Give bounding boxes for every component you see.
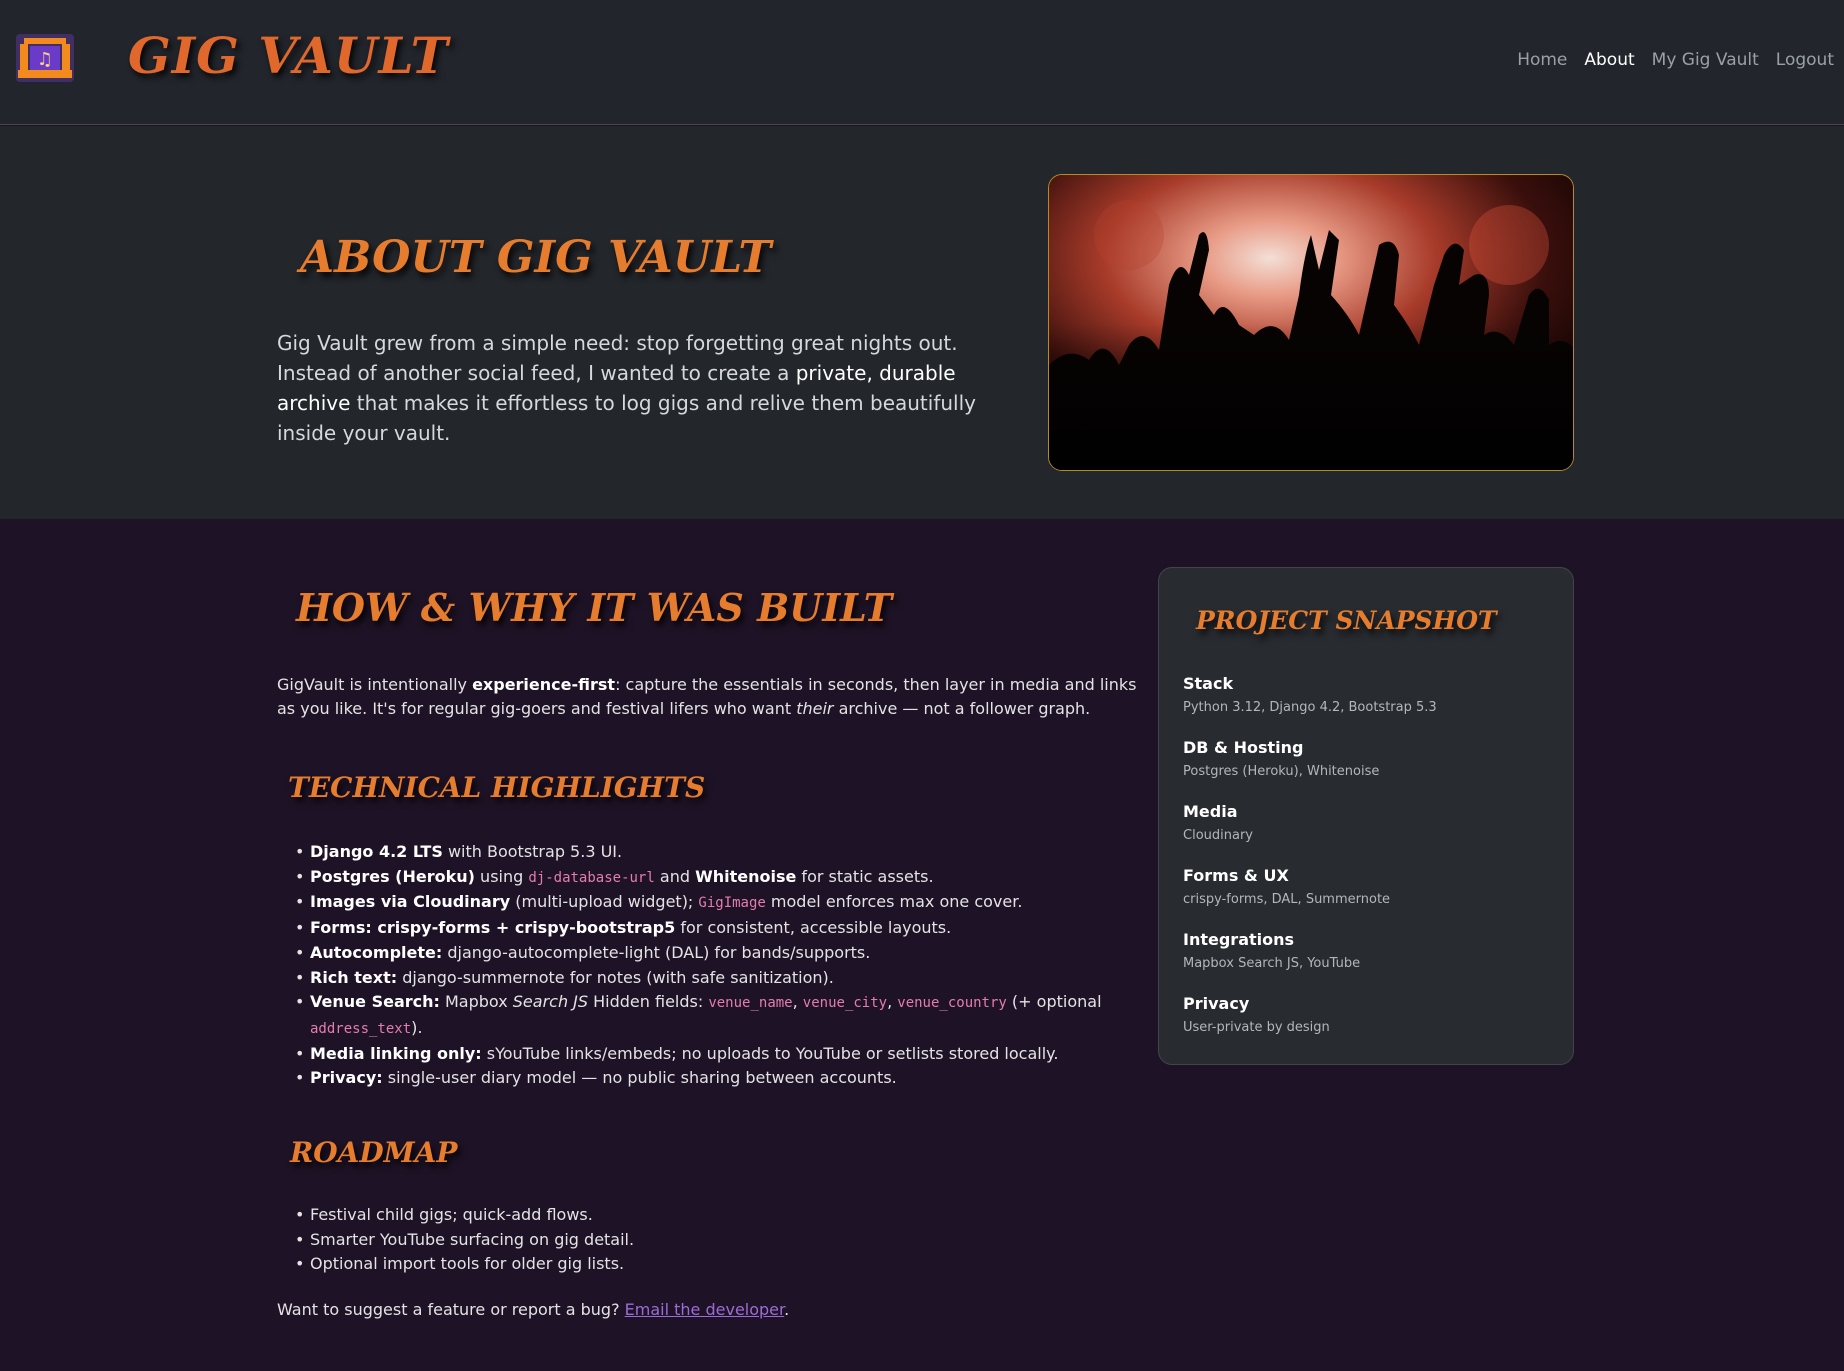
item-label: Django 4.2 LTS <box>310 842 443 861</box>
item-text: with Bootstrap 5.3 UI. <box>442 842 623 861</box>
inline-code: GigImage <box>698 895 766 912</box>
snapshot-item-db-hosting: DB & Hosting Postgres (Heroku), Whitenoi… <box>1183 738 1437 802</box>
item-text: (multi-upload widget); <box>510 892 699 912</box>
snapshot-item-forms-ux: Forms & UX crispy-forms, DAL, Summernote <box>1183 866 1437 930</box>
technical-highlights-list: Django 4.2 LTS with Bootstrap 5.3 UI. Po… <box>295 840 1130 1091</box>
item-label: Media linking only: <box>310 1043 482 1063</box>
list-item: Venue Search: Mapbox Search JS Hidden fi… <box>295 990 1130 1041</box>
nav-links: Home About My Gig Vault Logout <box>1517 50 1834 70</box>
item-text: Mapbox <box>439 992 513 1012</box>
item-label: Venue Search: <box>310 992 440 1012</box>
inline-code: venue_city <box>802 995 888 1012</box>
item-label: Postgres (Heroku) <box>310 866 475 886</box>
snapshot-value: Postgres (Heroku), Whitenoise <box>1183 764 1380 779</box>
svg-text:♫: ♫ <box>37 49 53 70</box>
intro-text: archive — not a follower graph. <box>833 699 1091 718</box>
item-text: using <box>474 866 529 886</box>
item-label: Autocomplete: <box>310 942 443 962</box>
item-em: Search JS <box>512 992 589 1012</box>
snapshot-value: Cloudinary <box>1183 828 1253 843</box>
intro-paragraph: GigVault is intentionally experience-fir… <box>277 673 1137 721</box>
snapshot-label: Integrations <box>1183 930 1295 949</box>
item-text: django-autocomplete-light (DAL) for band… <box>442 942 871 962</box>
list-item: Festival child gigs; quick-add flows. <box>295 1203 1010 1228</box>
snapshot-label: Media <box>1183 802 1238 821</box>
about-title: ABOUT GIG VAULT <box>300 232 772 283</box>
feedback-text: . <box>784 1300 790 1319</box>
item-label: Whitenoise <box>695 866 797 886</box>
item-text: ). <box>411 1017 423 1037</box>
nav-link-home[interactable]: Home <box>1517 50 1567 70</box>
roadmap-list: Festival child gigs; quick-add flows. Sm… <box>295 1203 1010 1277</box>
list-item: Forms: crispy-forms + crispy-bootstrap5 … <box>295 916 1130 941</box>
snapshot-label: DB & Hosting <box>1183 738 1304 757</box>
list-item: Postgres (Heroku) using dj-database-url … <box>295 865 1130 891</box>
venue-stage-music-note-icon[interactable]: ♫ <box>14 32 76 84</box>
list-item: Images via Cloudinary (multi-upload widg… <box>295 890 1130 916</box>
item-text: single-user diary model — no public shar… <box>382 1068 897 1088</box>
inline-code: venue_country <box>897 995 1007 1012</box>
intro-strong: experience-first <box>472 675 616 694</box>
list-item: Media linking only: sYouTube links/embed… <box>295 1042 1130 1067</box>
snapshot-value: User-private by design <box>1183 1020 1330 1035</box>
hero-section: ABOUT GIG VAULT Gig Vault grew from a si… <box>0 126 1844 519</box>
item-label: Privacy: <box>310 1068 383 1088</box>
nav-link-about[interactable]: About <box>1584 50 1634 70</box>
item-text: sYouTube links/embeds; no uploads to You… <box>481 1043 1059 1063</box>
snapshot-item-stack: Stack Python 3.12, Django 4.2, Bootstrap… <box>1183 674 1437 738</box>
snapshot-value: Python 3.12, Django 4.2, Bootstrap 5.3 <box>1183 700 1437 715</box>
intro-em: their <box>796 699 834 718</box>
list-item: Rich text: django-summernote for notes (… <box>295 966 1130 991</box>
list-item: Optional import tools for older gig list… <box>295 1252 1010 1277</box>
list-item: Smarter YouTube surfacing on gig detail. <box>295 1228 1010 1253</box>
item-text: and <box>654 866 696 886</box>
item-text: django-summernote for notes (with safe s… <box>397 967 834 987</box>
roadmap-title: ROADMAP <box>290 1136 458 1169</box>
list-item: Autocomplete: django-autocomplete-light … <box>295 941 1130 966</box>
list-item: Privacy: single-user diary model — no pu… <box>295 1066 1130 1091</box>
hero-text-part: that makes it effortless to log gigs and… <box>277 391 976 445</box>
snapshot-items: Stack Python 3.12, Django 4.2, Bootstrap… <box>1183 674 1437 1058</box>
item-text: for static assets. <box>796 866 934 886</box>
item-label: Forms: crispy-forms + crispy-bootstrap5 <box>310 918 676 938</box>
technical-highlights-title: TECHNICAL HIGHLIGHTS <box>288 771 706 804</box>
snapshot-item-privacy: Privacy User-private by design <box>1183 994 1437 1058</box>
email-developer-link[interactable]: Email the developer <box>625 1300 784 1319</box>
snapshot-title: PROJECT SNAPSHOT <box>1196 606 1497 635</box>
inline-code: venue_name <box>708 995 793 1012</box>
project-snapshot-card: PROJECT SNAPSHOT Stack Python 3.12, Djan… <box>1158 567 1574 1065</box>
snapshot-item-integrations: Integrations Mapbox Search JS, YouTube <box>1183 930 1437 994</box>
item-label: Images via Cloudinary <box>310 892 511 912</box>
concert-crowd-photo <box>1048 174 1574 471</box>
item-text: model enforces max one cover. <box>765 892 1023 912</box>
how-why-title: HOW & WHY IT WAS BUILT <box>296 585 892 630</box>
snapshot-label: Forms & UX <box>1183 866 1289 885</box>
snapshot-item-media: Media Cloudinary <box>1183 802 1437 866</box>
item-text: for consistent, accessible layouts. <box>675 918 952 938</box>
item-label: Rich text: <box>310 967 398 987</box>
item-text: Hidden fields: <box>588 992 709 1012</box>
intro-text: GigVault is intentionally <box>277 675 473 694</box>
snapshot-label: Stack <box>1183 674 1234 693</box>
feedback-text: Want to suggest a feature or report a bu… <box>277 1300 625 1319</box>
snapshot-label: Privacy <box>1183 994 1250 1013</box>
feedback-note: Want to suggest a feature or report a bu… <box>277 1300 789 1319</box>
hero-description: Gig Vault grew from a simple need: stop … <box>277 328 997 448</box>
nav-link-logout[interactable]: Logout <box>1776 50 1834 70</box>
inline-code: dj-database-url <box>528 869 655 886</box>
item-text: (+ optional <box>1006 992 1102 1012</box>
snapshot-value: crispy-forms, DAL, Summernote <box>1183 892 1391 907</box>
snapshot-value: Mapbox Search JS, YouTube <box>1183 956 1361 971</box>
navbar: ♫ GIG VAULT Home About My Gig Vault Logo… <box>0 0 1844 125</box>
nav-link-my-gig-vault[interactable]: My Gig Vault <box>1652 50 1759 70</box>
brand-title[interactable]: GIG VAULT <box>128 26 449 85</box>
inline-code: address_text <box>310 1020 412 1037</box>
list-item: Django 4.2 LTS with Bootstrap 5.3 UI. <box>295 840 1130 865</box>
